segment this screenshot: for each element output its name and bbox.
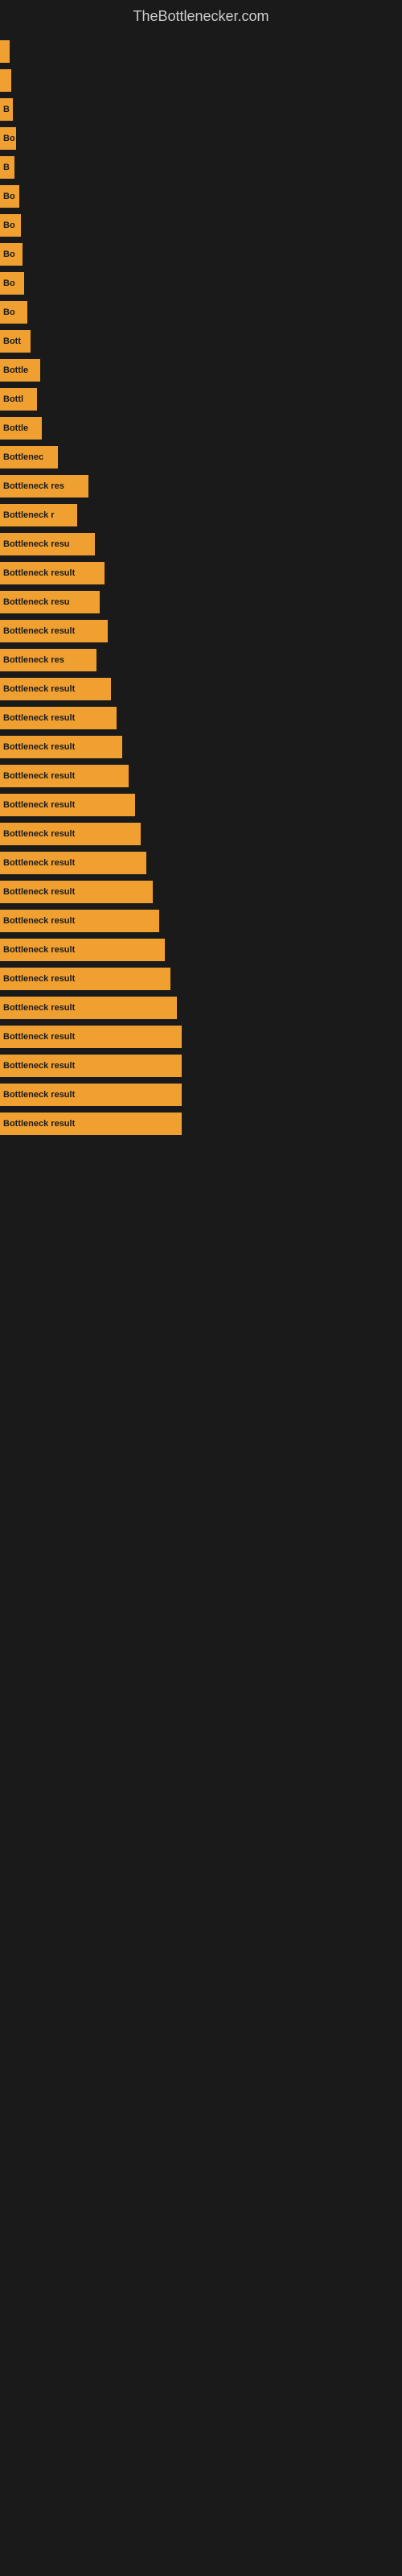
bar-label-22: Bottleneck result (0, 678, 111, 700)
bar-row-22: Bottleneck result (0, 675, 402, 704)
bar-label-10: Bott (0, 330, 31, 353)
bar-label-28: Bottleneck result (0, 852, 146, 874)
bar-row-14: Bottlenec (0, 443, 402, 472)
bar-row-4: B (0, 153, 402, 182)
bar-label-27: Bottleneck result (0, 823, 141, 845)
bar-label-20: Bottleneck result (0, 620, 108, 642)
bar-row-20: Bottleneck result (0, 617, 402, 646)
bar-row-23: Bottleneck result (0, 704, 402, 733)
bar-row-13: Bottle (0, 414, 402, 443)
bar-row-9: Bo (0, 298, 402, 327)
bar-row-11: Bottle (0, 356, 402, 385)
bar-label-19: Bottleneck resu (0, 591, 100, 613)
bar-label-25: Bottleneck result (0, 765, 129, 787)
bar-label-6: Bo (0, 214, 21, 237)
bar-row-16: Bottleneck r (0, 501, 402, 530)
bar-label-14: Bottlenec (0, 446, 58, 469)
bar-label-34: Bottleneck result (0, 1026, 182, 1048)
bar-label-24: Bottleneck result (0, 736, 122, 758)
bar-row-12: Bottl (0, 385, 402, 414)
bar-label-37: Bottleneck result (0, 1113, 182, 1135)
bar-row-19: Bottleneck resu (0, 588, 402, 617)
bar-label-8: Bo (0, 272, 24, 295)
bar-row-34: Bottleneck result (0, 1022, 402, 1051)
bar-label-17: Bottleneck resu (0, 533, 95, 555)
bar-label-16: Bottleneck r (0, 504, 77, 526)
bar-label-35: Bottleneck result (0, 1055, 182, 1077)
bar-row-2: B (0, 95, 402, 124)
bar-row-8: Bo (0, 269, 402, 298)
bar-label-30: Bottleneck result (0, 910, 159, 932)
bar-label-3: Bo (0, 127, 16, 150)
bar-label-33: Bottleneck result (0, 997, 177, 1019)
site-title: TheBottlenecker.com (0, 0, 402, 29)
bar-label-7: Bo (0, 243, 23, 266)
bar-row-15: Bottleneck res (0, 472, 402, 501)
bar-label-9: Bo (0, 301, 27, 324)
bar-row-35: Bottleneck result (0, 1051, 402, 1080)
bar-row-26: Bottleneck result (0, 791, 402, 819)
bar-row-27: Bottleneck result (0, 819, 402, 848)
bar-label-4: B (0, 156, 14, 179)
bar-row-28: Bottleneck result (0, 848, 402, 877)
bar-row-18: Bottleneck result (0, 559, 402, 588)
bar-row-29: Bottleneck result (0, 877, 402, 906)
bar-row-21: Bottleneck res (0, 646, 402, 675)
bar-label-2: B (0, 98, 13, 121)
bar-label-15: Bottleneck res (0, 475, 88, 497)
bar-label-12: Bottl (0, 388, 37, 411)
bar-row-25: Bottleneck result (0, 762, 402, 791)
bar-label-26: Bottleneck result (0, 794, 135, 816)
bar-row-7: Bo (0, 240, 402, 269)
bar-label-5: Bo (0, 185, 19, 208)
bar-row-6: Bo (0, 211, 402, 240)
bar-label-21: Bottleneck res (0, 649, 96, 671)
bar-label-29: Bottleneck result (0, 881, 153, 903)
site-title-container: TheBottlenecker.com (0, 0, 402, 29)
bar-label-18: Bottleneck result (0, 562, 105, 584)
bar-label-0 (0, 40, 10, 63)
bar-row-5: Bo (0, 182, 402, 211)
bar-label-1 (0, 69, 11, 92)
bar-label-31: Bottleneck result (0, 939, 165, 961)
bar-label-23: Bottleneck result (0, 707, 117, 729)
bar-label-11: Bottle (0, 359, 40, 382)
bar-label-32: Bottleneck result (0, 968, 170, 990)
bar-row-30: Bottleneck result (0, 906, 402, 935)
bar-row-31: Bottleneck result (0, 935, 402, 964)
bar-row-1 (0, 66, 402, 95)
bars-wrapper: B Bo B Bo Bo Bo Bo Bo Bott Bottle Bottl Bottle Bottl… (0, 29, 402, 1138)
bar-label-13: Bottle (0, 417, 42, 440)
bar-row-17: Bottleneck resu (0, 530, 402, 559)
bar-row-36: Bottleneck result (0, 1080, 402, 1109)
bar-row-0 (0, 37, 402, 66)
bar-row-10: Bott (0, 327, 402, 356)
bar-row-32: Bottleneck result (0, 964, 402, 993)
bar-row-37: Bottleneck result (0, 1109, 402, 1138)
bar-row-24: Bottleneck result (0, 733, 402, 762)
bar-row-3: Bo (0, 124, 402, 153)
bar-label-36: Bottleneck result (0, 1084, 182, 1106)
bar-row-33: Bottleneck result (0, 993, 402, 1022)
